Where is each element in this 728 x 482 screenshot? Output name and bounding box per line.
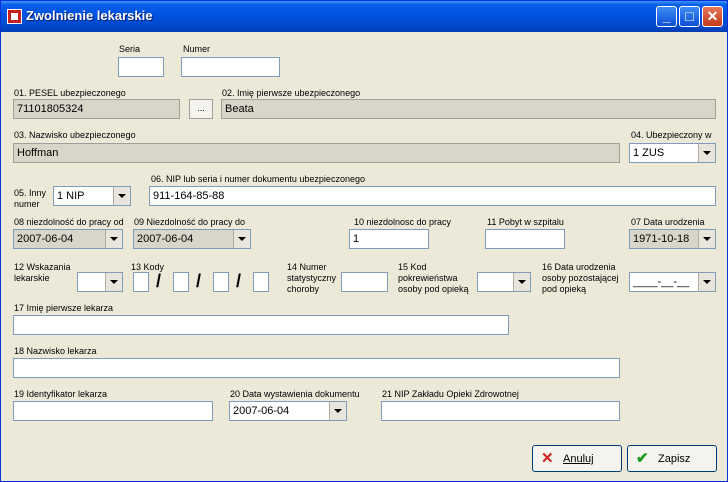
niezdolnosc-input[interactable]: 1: [349, 229, 429, 249]
title-bar[interactable]: Zwolnienie lekarskie _ □ ✕: [1, 1, 727, 32]
imie-label: 02. Imię pierwsze ubezpieczonego: [222, 88, 361, 98]
kod-pokr-select[interactable]: [477, 272, 531, 292]
kod-input-1[interactable]: [133, 272, 149, 292]
kod-pokr-label: 15 Kod pokrewieństwa osoby pod opieką: [398, 262, 469, 294]
data-ur-opieka-label: 16 Data urodzenia osoby pozostającej pod…: [542, 262, 619, 294]
ubezpieczony-label: 04. Ubezpieczony w: [631, 130, 712, 140]
inny-select[interactable]: 1 NIP: [53, 186, 131, 206]
seria-label: Seria: [119, 44, 141, 54]
do-value: 2007-06-04: [137, 233, 194, 245]
maximize-button[interactable]: □: [679, 6, 700, 27]
chevron-down-icon[interactable]: [513, 273, 530, 291]
nip-zoz-input[interactable]: [381, 401, 620, 421]
wskazania-label: 12 Wskazania lekarskie: [14, 262, 71, 283]
inny-label: 05. Inny numer: [14, 188, 47, 209]
nazwisko-label: 03. Nazwisko ubezpieczonego: [14, 130, 136, 140]
seria-input[interactable]: [118, 57, 164, 77]
check-icon: ✔: [636, 450, 649, 467]
pobyt-input[interactable]: [485, 229, 565, 249]
minimize-button[interactable]: _: [656, 6, 677, 27]
close-icon: ✕: [706, 8, 719, 24]
chevron-down-icon[interactable]: [233, 230, 250, 248]
inny-value: 1 NIP: [57, 190, 85, 202]
kod-input-2[interactable]: [173, 272, 189, 292]
chevron-down-icon[interactable]: [105, 230, 122, 248]
do-select[interactable]: 2007-06-04: [133, 229, 251, 249]
nip-zoz-label: 21 NIP Zakładu Opieki Zdrowotnej: [382, 389, 519, 399]
ubezpieczony-select[interactable]: 1 ZUS: [629, 143, 716, 163]
chevron-down-icon[interactable]: [329, 402, 346, 420]
data-wyst-value: 2007-06-04: [233, 405, 290, 417]
cancel-label: Anuluj: [563, 453, 594, 465]
chevron-down-icon[interactable]: [105, 273, 122, 291]
data-ur-opieka-select[interactable]: ____-__-__: [629, 272, 716, 292]
chevron-down-icon[interactable]: [698, 230, 715, 248]
kod-separator: /: [236, 271, 242, 291]
od-label: 08 niezdolność do pracy od: [14, 217, 124, 227]
od-select[interactable]: 2007-06-04: [13, 229, 123, 249]
numer-label: Numer: [183, 44, 211, 54]
nazwisko-input[interactable]: Hoffman: [13, 143, 620, 163]
cancel-button[interactable]: ✕ Anuluj: [532, 445, 622, 472]
kod-separator: /: [156, 271, 162, 291]
lek-id-label: 19 Identyfikator lekarza: [14, 389, 108, 399]
pesel-input[interactable]: 71101805324: [13, 99, 180, 119]
data-wyst-select[interactable]: 2007-06-04: [229, 401, 347, 421]
lek-imie-input[interactable]: [13, 315, 509, 335]
do-label: 09 Niezdolność do pracy do: [134, 217, 246, 227]
minimize-icon: _: [662, 8, 671, 24]
kod-input-4[interactable]: [253, 272, 269, 292]
lek-id-input[interactable]: [13, 401, 213, 421]
chevron-down-icon[interactable]: [698, 273, 715, 291]
pesel-label: 01. PESEL ubezpieczonego: [14, 88, 126, 98]
lek-imie-label: 17 Imię pierwsze lekarza: [14, 303, 114, 313]
save-button[interactable]: ✔ Zapisz: [627, 445, 717, 472]
numer-stat-label: 14 Numer statystyczny choroby: [287, 262, 337, 294]
close-button[interactable]: ✕: [702, 6, 723, 27]
nip-dok-input[interactable]: 911-164-85-88: [149, 186, 716, 206]
numer-input[interactable]: [181, 57, 280, 77]
app-icon: [7, 9, 22, 24]
data-wyst-label: 20 Data wystawienia dokumentu: [230, 389, 360, 399]
x-icon: ✕: [541, 450, 554, 467]
chevron-down-icon[interactable]: [113, 187, 130, 205]
pesel-lookup-button[interactable]: ...: [189, 99, 213, 119]
nip-dok-label: 06. NIP lub seria i numer dokumentu ubez…: [151, 174, 365, 184]
pobyt-label: 11 Pobyt w szpitalu: [487, 217, 564, 227]
dialog-window: Zwolnienie lekarskie _ □ ✕ Seria Numer 0…: [0, 0, 728, 482]
save-label: Zapisz: [658, 453, 691, 465]
ubezpieczony-value: 1 ZUS: [633, 147, 665, 159]
chevron-down-icon[interactable]: [698, 144, 715, 162]
data-ur-value: 1971-10-18: [633, 233, 690, 245]
kod-separator: /: [196, 271, 202, 291]
imie-input[interactable]: Beata: [221, 99, 716, 119]
data-ur-label: 07 Data urodzenia: [631, 217, 705, 227]
maximize-icon: □: [685, 8, 694, 24]
kod-input-3[interactable]: [213, 272, 229, 292]
numer-stat-input[interactable]: [341, 272, 388, 292]
data-ur-select[interactable]: 1971-10-18: [629, 229, 716, 249]
niezdolnosc-label: 10 niezdolnosc do pracy: [354, 217, 452, 227]
lek-nazwisko-input[interactable]: [13, 358, 620, 378]
wskazania-select[interactable]: [77, 272, 123, 292]
window-title: Zwolnienie lekarskie: [26, 8, 153, 23]
data-ur-opieka-value: ____-__-__: [633, 276, 690, 288]
lek-nazwisko-label: 18 Nazwisko lekarza: [14, 346, 97, 356]
od-value: 2007-06-04: [17, 233, 74, 245]
